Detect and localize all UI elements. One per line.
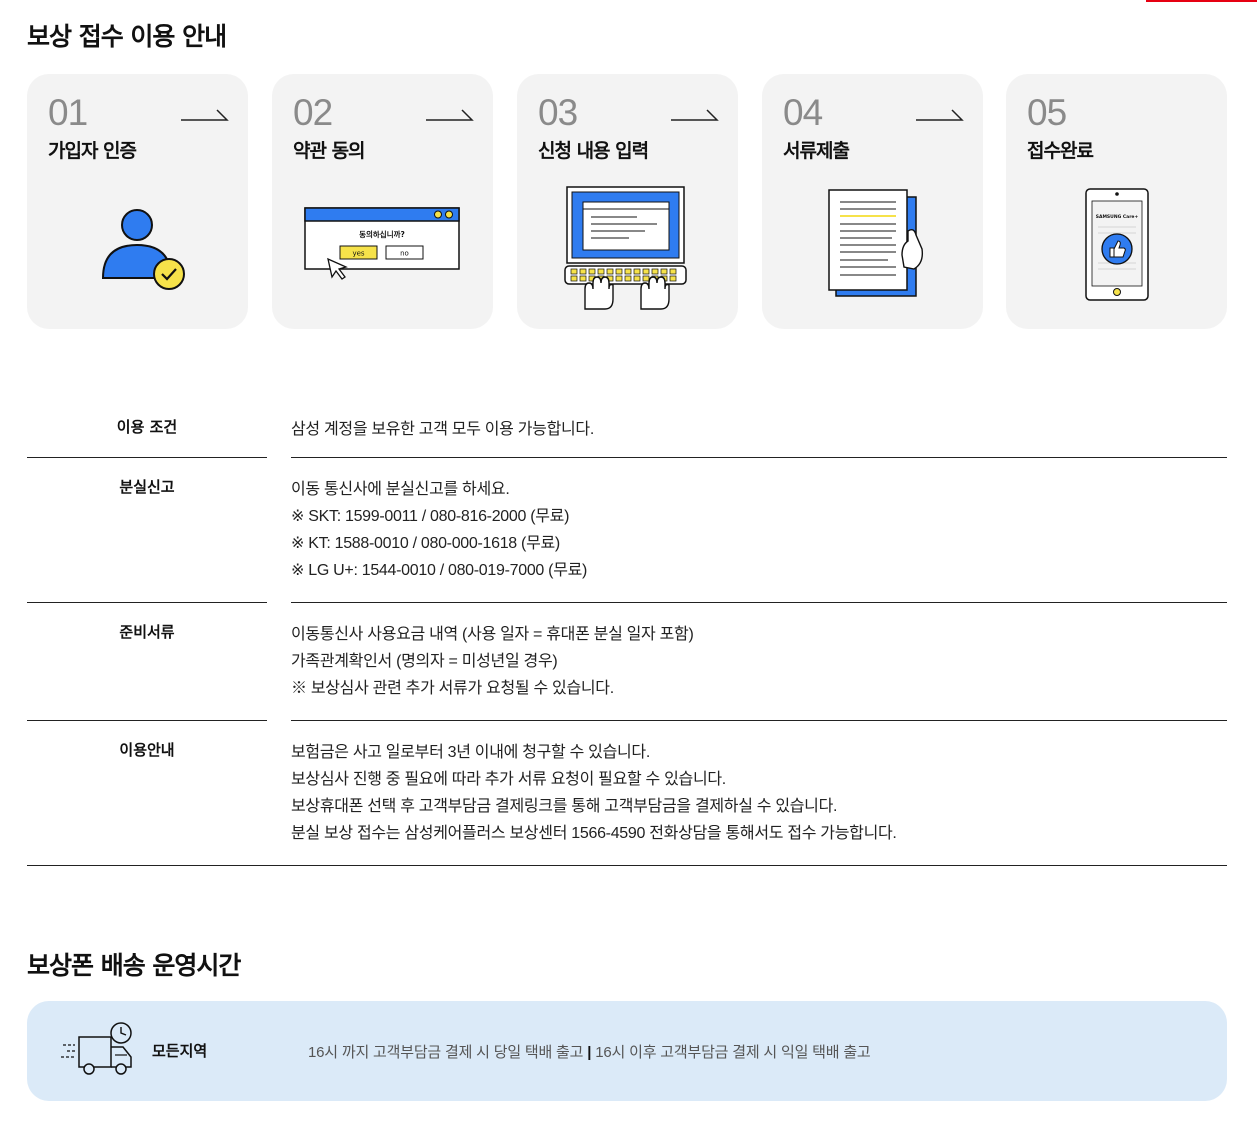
info-row-conditions: 이용 조건 삼성 계정을 보유한 고객 모두 이용 가능합니다. bbox=[27, 400, 1227, 458]
info-row-loss-report: 분실신고 이동 통신사에 분실신고를 하세요. ※ SKT: 1599-0011… bbox=[27, 458, 1227, 603]
info-line: 삼성 계정을 보유한 고객 모두 이용 가능합니다. bbox=[291, 421, 594, 438]
step-number: 01 bbox=[48, 92, 88, 133]
delivery-before-text: 16시 까지 고객부담금 결제 시 당일 택배 출고 bbox=[308, 1044, 584, 1061]
step-title: 약관 동의 bbox=[293, 140, 366, 162]
info-line: ※ KT: 1588-0010 / 080-000-1618 (무료) bbox=[291, 535, 560, 552]
agreement-dialog-icon: 동의하십니까? yes no bbox=[304, 207, 460, 280]
user-verified-icon bbox=[101, 209, 185, 290]
document-submit-icon bbox=[828, 189, 924, 297]
info-line: ※ 보상심사 관련 추가 서류가 요청될 수 있습니다. bbox=[291, 680, 614, 697]
delivery-after-text: 16시 이후 고객부담금 결제 시 익일 택배 출고 bbox=[595, 1044, 871, 1061]
dialog-question: 동의하십니까? bbox=[359, 229, 405, 239]
step-title: 접수완료 bbox=[1027, 140, 1094, 162]
info-label: 이용안내 bbox=[119, 741, 175, 759]
step-card-4: 04 서류제출 bbox=[762, 74, 983, 329]
step-card-3: 03 신청 내용 입력 bbox=[517, 74, 738, 329]
info-label: 이용 조건 bbox=[116, 418, 178, 436]
info-row-usage-guide: 이용안내 보험금은 사고 일로부터 3년 이내에 청구할 수 있습니다. 보상심… bbox=[27, 721, 1227, 866]
info-label: 분실신고 bbox=[119, 478, 175, 496]
step-card-5: 05 접수완료 SAMSUNG Care+ bbox=[1006, 74, 1227, 329]
steps-list: 01 가입자 인증 02 약관 동의 동의하십니까? yes no 03 신청 … bbox=[27, 74, 1227, 329]
info-line: 보상심사 진행 중 필요에 따라 추가 서류 요청이 필요할 수 있습니다. bbox=[291, 771, 726, 788]
info-body: 이동통신사 사용요금 내역 (사용 일자 = 휴대폰 분실 일자 포함) 가족관… bbox=[291, 621, 1227, 721]
step-title: 가입자 인증 bbox=[48, 140, 137, 162]
delivery-title: 보상폰 배송 운영시간 bbox=[27, 951, 241, 980]
step-title: 서류제출 bbox=[783, 140, 850, 162]
delivery-separator: | bbox=[587, 1044, 592, 1061]
info-line: 보상휴대폰 선택 후 고객부담금 결제링크를 통해 고객부담금을 결제하실 수 … bbox=[291, 798, 838, 815]
arrow-right-icon bbox=[916, 109, 964, 121]
phone-brand-text: SAMSUNG Care+ bbox=[1096, 214, 1139, 220]
step-number: 03 bbox=[538, 92, 578, 133]
dialog-yes-label: yes bbox=[352, 250, 364, 258]
step-number: 04 bbox=[783, 92, 823, 133]
computer-input-icon bbox=[564, 186, 687, 310]
info-body: 이동 통신사에 분실신고를 하세요. ※ SKT: 1599-0011 / 08… bbox=[291, 476, 1227, 603]
row-divider bbox=[27, 865, 1227, 866]
guide-title: 보상 접수 이용 안내 bbox=[27, 22, 227, 51]
arrow-right-icon bbox=[671, 109, 719, 121]
info-line: ※ SKT: 1599-0011 / 080-816-2000 (무료) bbox=[291, 508, 570, 525]
info-label: 준비서류 bbox=[119, 623, 175, 641]
phone-complete-icon: SAMSUNG Care+ bbox=[1085, 188, 1149, 301]
info-table: 이용 조건 삼성 계정을 보유한 고객 모두 이용 가능합니다. 분실신고 이동… bbox=[27, 400, 1227, 866]
step-title: 신청 내용 입력 bbox=[538, 140, 649, 162]
delivery-schedule: 16시 까지 고객부담금 결제 시 당일 택배 출고 | 16시 이후 고객부담금 … bbox=[308, 1041, 871, 1062]
delivery-region-label: 모든지역 bbox=[152, 1042, 208, 1060]
step-card-2: 02 약관 동의 동의하십니까? yes no bbox=[272, 74, 493, 329]
info-line: 가족관계확인서 (명의자 = 미성년일 경우) bbox=[291, 653, 558, 670]
top-accent-bar bbox=[1146, 0, 1257, 2]
step-number: 02 bbox=[293, 92, 333, 133]
delivery-truck-icon bbox=[61, 1022, 132, 1075]
info-line: 이동 통신사에 분실신고를 하세요. bbox=[291, 481, 510, 498]
info-line: ※ LG U+: 1544-0010 / 080-019-7000 (무료) bbox=[291, 562, 588, 579]
info-line: 분실 보상 접수는 삼성케어플러스 보상센터 1566-4590 전화상담을 통… bbox=[291, 825, 897, 842]
arrow-right-icon bbox=[181, 109, 229, 121]
info-row-documents: 준비서류 이동통신사 사용요금 내역 (사용 일자 = 휴대폰 분실 일자 포함… bbox=[27, 603, 1227, 721]
step-card-1: 01 가입자 인증 bbox=[27, 74, 248, 329]
dialog-no-label: no bbox=[400, 250, 409, 258]
info-body: 보험금은 사고 일로부터 3년 이내에 청구할 수 있습니다. 보상심사 진행 … bbox=[291, 739, 1227, 866]
info-line: 보험금은 사고 일로부터 3년 이내에 청구할 수 있습니다. bbox=[291, 744, 651, 761]
delivery-info-box: 모든지역 16시 까지 고객부담금 결제 시 당일 택배 출고 | 16시 이후 고… bbox=[27, 1001, 1227, 1101]
info-line: 이동통신사 사용요금 내역 (사용 일자 = 휴대폰 분실 일자 포함) bbox=[291, 626, 694, 643]
step-number: 05 bbox=[1027, 92, 1067, 133]
arrow-right-icon bbox=[426, 109, 474, 121]
info-body: 삼성 계정을 보유한 고객 모두 이용 가능합니다. bbox=[291, 416, 1227, 458]
